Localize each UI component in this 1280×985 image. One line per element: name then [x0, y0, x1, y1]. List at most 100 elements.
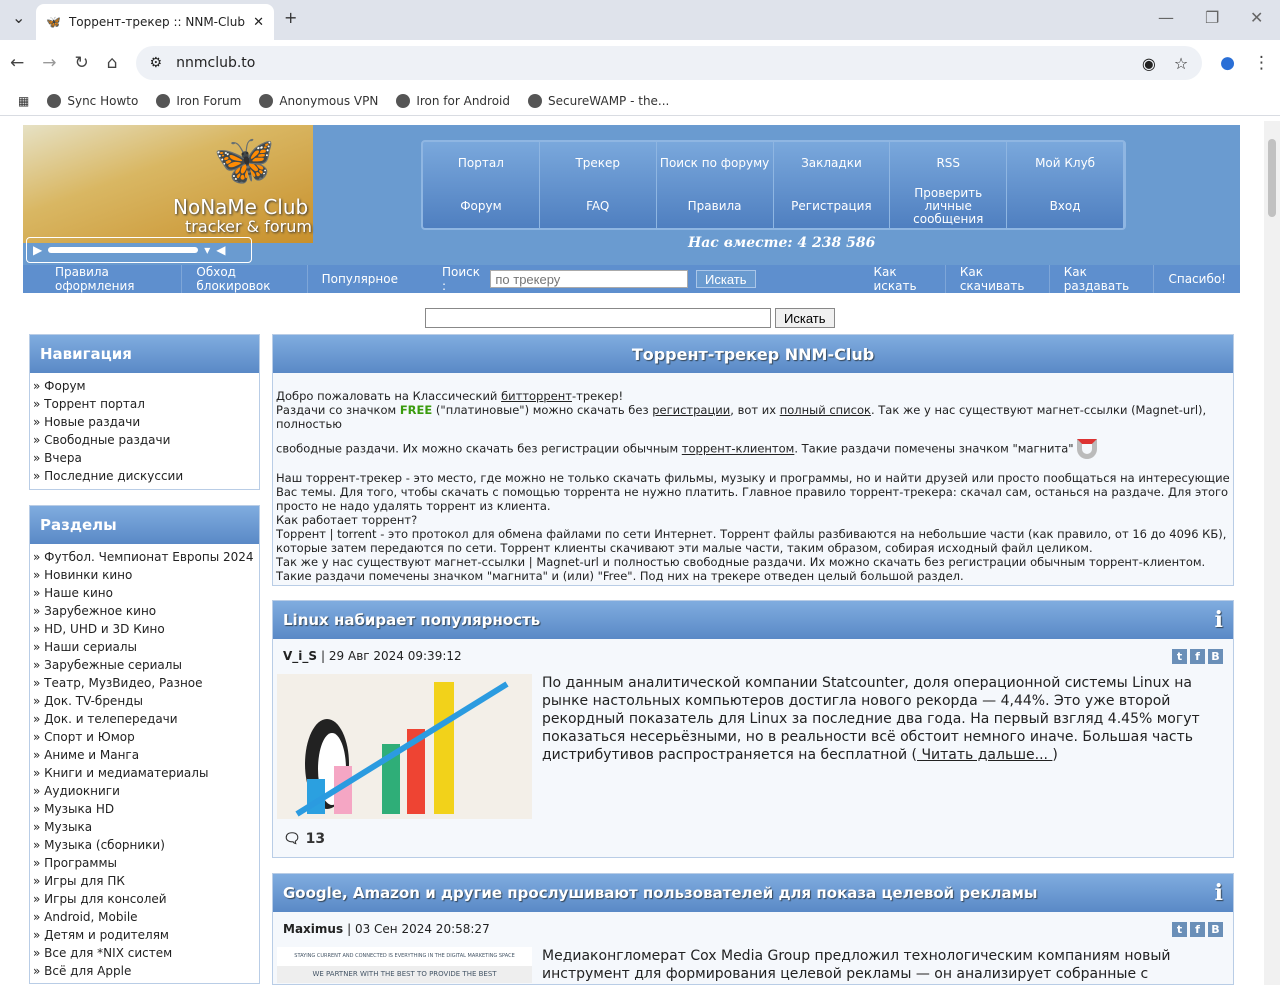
subnav-link[interactable]: Как искать — [860, 265, 946, 293]
sections-item[interactable]: » Наше кино — [33, 584, 256, 602]
sections-item[interactable]: » Док. TV-бренды — [33, 692, 256, 710]
bookmark[interactable]: Anonymous VPN — [259, 93, 378, 108]
menu-item[interactable]: Портал — [423, 142, 540, 185]
new-tab-icon[interactable]: + — [284, 8, 297, 27]
sections-item[interactable]: » Зарубежное кино — [33, 602, 256, 620]
menu-item[interactable]: Регистрация — [774, 185, 891, 228]
browser-tab[interactable]: 🦋 Торрент-трекер :: NNM-Club ✕ — [36, 4, 274, 40]
sections-item[interactable]: » Программы — [33, 854, 256, 872]
sections-item[interactable]: » Музыка (сборники) — [33, 836, 256, 854]
subnav-link[interactable]: Как скачивать — [946, 265, 1050, 293]
nav-item[interactable]: » Торрент портал — [33, 395, 256, 413]
sections-item[interactable]: » Спорт и Юмор — [33, 728, 256, 746]
vk-icon[interactable]: B — [1208, 922, 1223, 937]
sections-item[interactable]: » Игры для консолей — [33, 890, 256, 908]
bittorrent-link[interactable]: битторрент — [501, 389, 572, 403]
site-info-icon[interactable]: ⚙ — [150, 55, 163, 71]
comments-link[interactable]: 🗨 13 — [273, 819, 1233, 859]
sections-item[interactable]: » Android, Mobile — [33, 908, 256, 926]
sections-item[interactable]: » Футбол. Чемпионат Европы 2024 — [33, 548, 256, 566]
sections-item[interactable]: » Новинки кино — [33, 566, 256, 584]
subnav-link[interactable]: Обход блокировок — [182, 265, 308, 293]
read-more-link[interactable]: Читать дальше... — [917, 747, 1052, 763]
nav-item[interactable]: » Последние дискуссии — [33, 467, 256, 485]
tracker-search-button[interactable]: Искать — [696, 270, 756, 288]
facebook-icon[interactable]: f — [1190, 649, 1205, 664]
close-window-icon[interactable]: ✕ — [1250, 8, 1263, 27]
menu-item[interactable]: Правила — [657, 185, 774, 228]
sections-item[interactable]: » Детям и родителям — [33, 926, 256, 944]
play-icon[interactable]: ▶ — [33, 243, 42, 257]
menu-item[interactable]: Закладки — [774, 142, 891, 185]
scrollbar[interactable] — [1264, 121, 1280, 985]
nav-item[interactable]: » Форум — [33, 377, 256, 395]
site-logo[interactable]: 🦋 NoNaMe Club tracker & forum — [23, 125, 313, 243]
tab-search-icon[interactable]: ⌄ — [12, 8, 25, 27]
menu-item[interactable]: Поиск по форуму — [657, 142, 774, 185]
sections-item[interactable]: » Книги и медиаматериалы — [33, 764, 256, 782]
article-title[interactable]: Linux набирает популярность — [283, 611, 540, 629]
bookmark[interactable]: Iron for Android — [396, 93, 510, 108]
restore-icon[interactable]: ❐ — [1205, 8, 1219, 27]
star-icon[interactable]: ☆ — [1174, 54, 1188, 73]
site-search-button[interactable]: Искать — [775, 308, 835, 328]
site-search-input[interactable] — [425, 308, 771, 328]
twitter-icon[interactable]: t — [1172, 649, 1187, 664]
sections-item[interactable]: » Театр, МузВидео, Разное — [33, 674, 256, 692]
sections-item[interactable]: » Док. и телепередачи — [33, 710, 256, 728]
info-icon[interactable]: i — [1215, 880, 1223, 906]
menu-icon[interactable]: ⋮ — [1253, 53, 1270, 73]
sections-item[interactable]: » Музыка — [33, 818, 256, 836]
nav-item[interactable]: » Свободные раздачи — [33, 431, 256, 449]
registration-link[interactable]: регистрации — [652, 403, 730, 417]
reload-icon[interactable]: ↻ — [75, 53, 89, 73]
vk-icon[interactable]: B — [1208, 649, 1223, 664]
article-title[interactable]: Google, Amazon и другие прослушивают пол… — [283, 884, 1037, 902]
minimize-icon[interactable]: — — [1158, 8, 1174, 27]
nav-item[interactable]: » Вчера — [33, 449, 256, 467]
author[interactable]: V_i_S — [283, 649, 317, 664]
sections-item[interactable]: » Аниме и Манга — [33, 746, 256, 764]
menu-item[interactable]: Форум — [423, 185, 540, 228]
eye-off-icon[interactable]: ◉ — [1142, 54, 1156, 73]
twitter-icon[interactable]: t — [1172, 922, 1187, 937]
author[interactable]: Maximus — [283, 922, 343, 937]
subnav-link[interactable]: Как раздавать — [1050, 265, 1155, 293]
sections-item[interactable]: » Все для *NIX систем — [33, 944, 256, 962]
forward-icon[interactable]: → — [42, 53, 56, 73]
close-tab-icon[interactable]: ✕ — [253, 15, 264, 30]
menu-item[interactable]: Вход — [1007, 185, 1124, 228]
sections-item[interactable]: » Зарубежные сериалы — [33, 656, 256, 674]
address-bar[interactable]: ⚙ nnmclub.to ◉ ☆ — [135, 46, 1203, 80]
sections-item[interactable]: » Игры для ПК — [33, 872, 256, 890]
sections-item[interactable]: » Всё для Apple — [33, 962, 256, 980]
subnav-link[interactable]: Спасибо! — [1154, 272, 1240, 286]
back-icon[interactable]: ← — [10, 53, 24, 73]
menu-item[interactable]: FAQ — [540, 185, 657, 228]
sections-item[interactable]: » HD, UHD и 3D Кино — [33, 620, 256, 638]
volume-icon[interactable]: ◀ — [216, 243, 225, 257]
menu-item[interactable]: Проверить личные сообщения — [890, 185, 1008, 228]
menu-item[interactable]: Трекер — [540, 142, 657, 185]
sections-item[interactable]: » Музыка HD — [33, 800, 256, 818]
subnav-link[interactable]: Популярное — [308, 272, 412, 286]
profile-icon[interactable]: ● — [1220, 53, 1235, 73]
bookmark[interactable]: Sync Howto — [47, 93, 138, 108]
bookmark[interactable]: SecureWAMP - the... — [528, 93, 669, 108]
torrent-client-link[interactable]: торрент-клиентом — [682, 442, 795, 456]
nav-item[interactable]: » Новые раздачи — [33, 413, 256, 431]
menu-item[interactable]: Мой Клуб — [1007, 142, 1124, 185]
bookmark[interactable]: Iron Forum — [156, 93, 241, 108]
subnav-link[interactable]: Правила оформления — [41, 265, 183, 293]
sections-item[interactable]: » Аудиокниги — [33, 782, 256, 800]
facebook-icon[interactable]: f — [1190, 922, 1205, 937]
full-list-link[interactable]: полный список — [780, 403, 871, 417]
dropdown-icon[interactable]: ▾ — [204, 243, 210, 257]
info-icon[interactable]: i — [1215, 607, 1223, 633]
home-icon[interactable]: ⌂ — [107, 53, 118, 73]
tracker-search-input[interactable] — [490, 270, 688, 288]
progress-slider[interactable] — [48, 247, 199, 253]
menu-item[interactable]: RSS — [890, 142, 1008, 185]
apps-icon[interactable]: ▦ — [18, 94, 29, 108]
sections-item[interactable]: » Наши сериалы — [33, 638, 256, 656]
